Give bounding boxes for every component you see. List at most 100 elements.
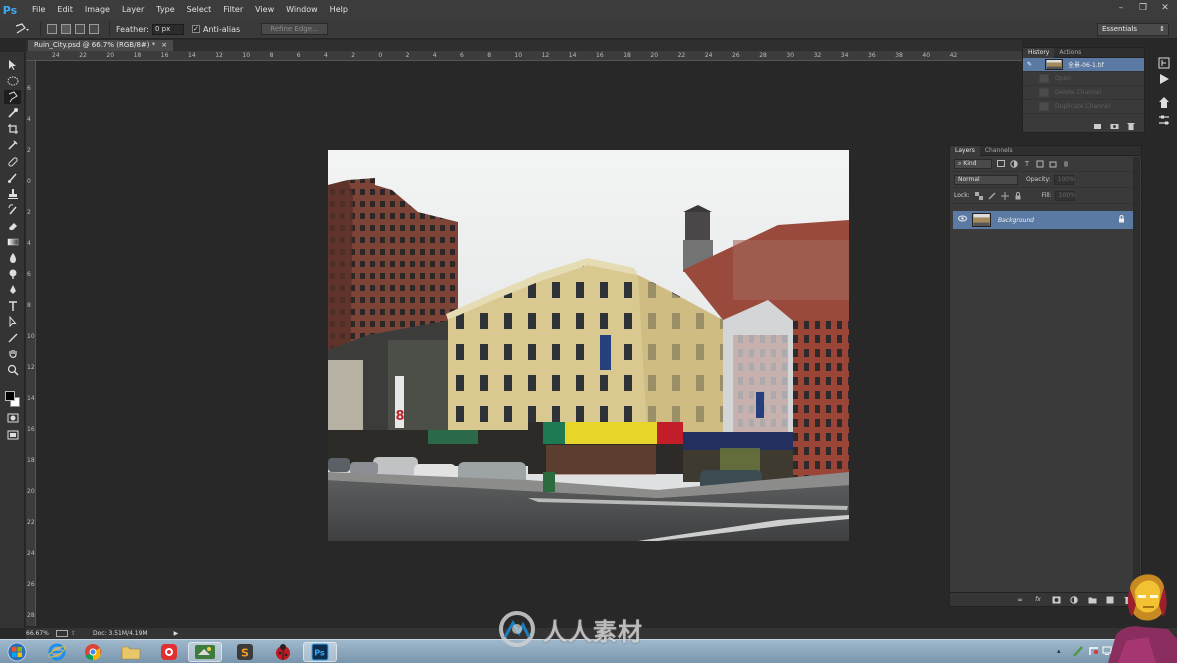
close-icon[interactable]: ✕	[1159, 2, 1171, 14]
brush-tool-icon[interactable]	[4, 171, 21, 185]
close-tab-icon[interactable]: ×	[161, 40, 167, 51]
marquee-tool-icon[interactable]	[4, 74, 21, 88]
menu-image[interactable]: Image	[79, 0, 116, 20]
history-brush-source-icon[interactable]: ✎	[1027, 61, 1037, 68]
tool-presets-icon[interactable]	[1157, 96, 1171, 110]
filter-toggle-icon[interactable]	[1062, 160, 1070, 168]
pen-tool-icon[interactable]	[4, 283, 21, 297]
healing-brush-tool-icon[interactable]	[4, 155, 21, 169]
filter-adjustment-icon[interactable]	[1010, 159, 1018, 168]
clone-stamp-tool-icon[interactable]	[4, 187, 21, 201]
refine-edge-button[interactable]: Refine Edge...	[261, 23, 328, 35]
crop-tool-icon[interactable]	[4, 122, 21, 136]
new-group-icon[interactable]	[1087, 596, 1097, 604]
status-export-icon[interactable]	[56, 630, 68, 637]
photoshop-taskbar-icon[interactable]: Ps	[303, 642, 337, 662]
type-tool-icon[interactable]	[4, 299, 21, 313]
filter-shape-icon[interactable]	[1036, 160, 1044, 168]
subtract-from-selection-icon[interactable]	[75, 24, 85, 34]
quick-selection-tool-icon[interactable]	[4, 106, 21, 120]
history-state-row[interactable]: Duplicate Channel	[1023, 100, 1144, 114]
document-tab[interactable]: Ruin_City.psd @ 66.7% (RGB/8#) * ×	[28, 40, 174, 51]
history-state-row[interactable]: Delete Channel	[1023, 86, 1144, 100]
menu-filter[interactable]: Filter	[217, 0, 249, 20]
tab-history[interactable]: History	[1023, 47, 1055, 58]
screen-mode-icon[interactable]	[4, 428, 21, 442]
opacity-input[interactable]: 100%	[1053, 174, 1075, 185]
minimize-icon[interactable]: –	[1115, 2, 1127, 14]
foreground-color-swatch[interactable]	[5, 391, 15, 401]
document-image-street-photo[interactable]: 8	[328, 150, 849, 541]
fill-input[interactable]: 100%	[1054, 190, 1076, 201]
gradient-tool-icon[interactable]	[4, 235, 21, 249]
menu-layer[interactable]: Layer	[116, 0, 150, 20]
menu-file[interactable]: File	[26, 0, 51, 20]
menu-view[interactable]: View	[249, 0, 280, 20]
menu-window[interactable]: Window	[280, 0, 324, 20]
status-menu-arrow-icon[interactable]: ▶	[174, 630, 179, 637]
lock-transparent-icon[interactable]	[974, 191, 983, 200]
zoom-level[interactable]: 66.67%	[26, 630, 56, 637]
start-button-icon[interactable]	[2, 642, 32, 662]
status-share-icon[interactable]: ⇪	[71, 630, 79, 637]
path-selection-tool-icon[interactable]	[4, 315, 21, 329]
eraser-tool-icon[interactable]	[4, 219, 21, 233]
layers-scrollbar[interactable]	[1133, 157, 1140, 592]
intersect-selection-icon[interactable]	[89, 24, 99, 34]
ladybug-app-icon[interactable]	[266, 642, 300, 662]
tray-action-center-icon[interactable]	[1089, 646, 1099, 658]
history-state-row[interactable]: Open	[1023, 72, 1144, 86]
menu-edit[interactable]: Edit	[51, 0, 79, 20]
history-brush-tool-icon[interactable]	[4, 203, 21, 217]
media-app-icon[interactable]	[152, 642, 186, 662]
quick-mask-icon[interactable]	[4, 411, 21, 425]
camera-snapshot-icon[interactable]	[1109, 122, 1119, 130]
lock-brush-icon[interactable]	[988, 192, 996, 200]
new-document-from-state-icon[interactable]	[1092, 122, 1102, 130]
play-actions-icon[interactable]	[1157, 72, 1171, 86]
eyedropper-tool-icon[interactable]	[4, 138, 21, 152]
layer-style-icon[interactable]: fx	[1033, 596, 1043, 604]
menu-type[interactable]: Type	[150, 0, 180, 20]
lock-all-icon[interactable]	[1014, 191, 1022, 200]
trash-icon[interactable]	[1126, 122, 1136, 130]
antialias-checkbox[interactable]: ✓	[191, 25, 200, 33]
tray-pen-icon[interactable]	[1072, 644, 1084, 660]
internet-explorer-icon[interactable]	[40, 642, 74, 662]
feather-input[interactable]: 0 px	[151, 23, 184, 35]
layer-mask-icon[interactable]	[1051, 596, 1061, 604]
new-selection-icon[interactable]	[47, 24, 57, 34]
link-layers-icon[interactable]: ∞	[1015, 596, 1025, 604]
blend-mode-select[interactable]: Normal	[954, 174, 1018, 185]
layer-name[interactable]: Background	[998, 217, 1034, 224]
filter-pixel-icon[interactable]	[997, 160, 1005, 168]
filter-smart-object-icon[interactable]	[1049, 160, 1057, 168]
lasso-tool-preset-icon[interactable]	[10, 21, 34, 37]
file-explorer-icon[interactable]	[114, 642, 148, 662]
chrome-icon[interactable]	[76, 642, 110, 662]
filter-kind-select[interactable]: ⌕ Kind	[954, 158, 992, 169]
hand-tool-icon[interactable]	[4, 347, 21, 361]
sublime-text-icon[interactable]: S	[228, 642, 262, 662]
blur-tool-icon[interactable]	[4, 251, 21, 265]
add-to-selection-icon[interactable]	[61, 24, 71, 34]
move-tool-icon[interactable]	[4, 58, 21, 72]
tab-actions[interactable]: Actions	[1054, 48, 1086, 58]
zoom-tool-icon[interactable]	[4, 363, 21, 377]
eye-icon[interactable]	[958, 215, 967, 224]
menu-select[interactable]: Select	[181, 0, 218, 20]
tray-arrow-icon[interactable]: ▴	[1057, 647, 1061, 655]
lasso-tool-icon[interactable]	[4, 90, 21, 104]
history-snapshot-row[interactable]: ✎ 全景-06-1.tif	[1023, 58, 1144, 72]
dodge-tool-icon[interactable]	[4, 267, 21, 281]
tab-channels[interactable]: Channels	[980, 146, 1018, 156]
tab-layers[interactable]: Layers	[950, 145, 980, 156]
photo-app-icon[interactable]	[188, 642, 222, 662]
filter-type-icon[interactable]: T	[1023, 160, 1031, 168]
adjustment-layer-icon[interactable]	[1069, 595, 1079, 604]
history-panel-icon[interactable]	[1157, 56, 1171, 70]
workspace-select[interactable]: Essentials ⇕	[1097, 23, 1169, 36]
restore-icon[interactable]: ❐	[1137, 2, 1149, 14]
menu-help[interactable]: Help	[324, 0, 354, 20]
adjustments-icon[interactable]	[1157, 113, 1171, 127]
